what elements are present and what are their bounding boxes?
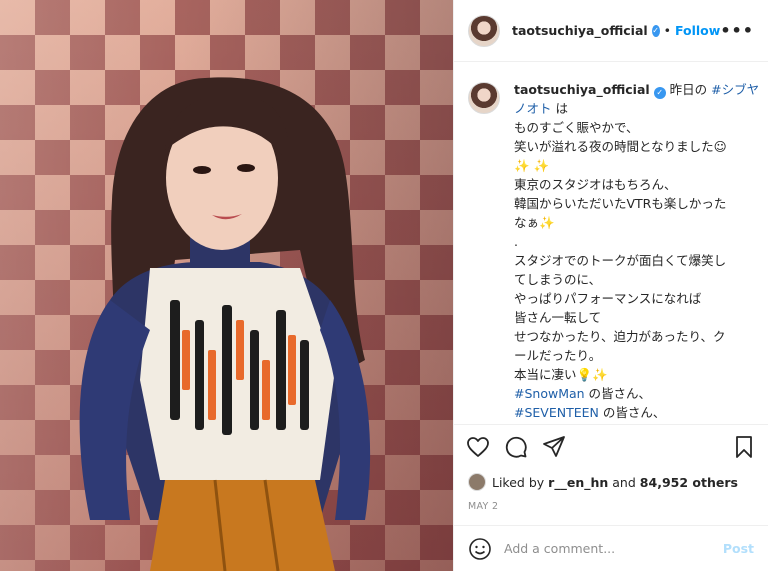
caption-text-segment: は xyxy=(551,101,568,116)
caption-line: #SEVENTEEN の皆さん、 xyxy=(514,403,754,422)
caption-line: ものすごく賑やかで、 xyxy=(514,118,754,137)
caption-section: taotsuchiya_official ✓ 昨日の #シブヤ ノオト はものすごく… xyxy=(454,62,768,425)
likes-count[interactable]: 84,952 others xyxy=(640,475,738,490)
caption-text-segment: ールだったり。 xyxy=(514,348,602,363)
more-options-icon[interactable]: ••• xyxy=(720,21,754,40)
caption-avatar[interactable] xyxy=(468,82,500,114)
likes-middle: and xyxy=(612,474,636,490)
caption-username[interactable]: taotsuchiya_official xyxy=(514,82,650,97)
caption-text-segment: の皆さん、 xyxy=(584,386,652,401)
verified-badge-icon: ✓ xyxy=(651,24,660,37)
caption-line: 東京のスタジオはもちろん、 xyxy=(514,175,754,194)
caption-line: 本当に凄い💡✨ xyxy=(514,365,754,384)
hashtag-link[interactable]: #シブヤ xyxy=(711,82,759,97)
photo-figure xyxy=(79,77,371,571)
caption-line: 皆さん一転して xyxy=(514,308,754,327)
caption-text-segment: 皆さん一転して xyxy=(514,310,602,325)
post-date[interactable]: MAY 2 xyxy=(454,495,768,525)
caption-line: . xyxy=(514,232,754,251)
verified-badge-icon: ✓ xyxy=(653,87,666,99)
caption-line: 笑いが溢れる夜の時間となりました☺ xyxy=(514,137,754,156)
comment-icon[interactable] xyxy=(504,435,528,459)
caption-text-segment: 昨日の xyxy=(669,82,712,97)
caption-text-segment: 笑いが溢れる夜の時間となりました☺ xyxy=(514,139,727,154)
caption-text: taotsuchiya_official ✓ 昨日の #シブヤ ノオト はものすごく… xyxy=(514,80,759,424)
caption-line: スタジオでのトークが面白くて爆笑し xyxy=(514,251,754,270)
instagram-post: taotsuchiya_official ✓ • Follow ••• taot… xyxy=(0,0,768,571)
likes-row: Liked by r__en_hn and 84,952 others xyxy=(454,469,768,495)
caption-line: ールだったり。 xyxy=(514,346,754,365)
caption-text-segment: 東京のスタジオはもちろん、 xyxy=(514,177,677,192)
caption-text-segment: ものすごく賑やかで、 xyxy=(514,120,639,135)
caption-text-segment: の皆さん、 xyxy=(598,405,666,420)
caption-text-segment: やっぱりパフォーマンスになれば xyxy=(514,291,702,306)
post-side-panel: taotsuchiya_official ✓ • Follow ••• taot… xyxy=(453,0,768,571)
author-avatar[interactable] xyxy=(468,14,500,47)
post-header: taotsuchiya_official ✓ • Follow ••• xyxy=(454,0,768,62)
caption-text-segment: なぁ✨ xyxy=(514,215,555,230)
likes-prefix: Liked by xyxy=(492,474,545,490)
separator-dot: • xyxy=(663,23,671,38)
caption-line: ✨ ✨ xyxy=(514,156,754,175)
liker-username[interactable]: r__en_hn xyxy=(548,475,608,490)
caption-line: #SnowMan の皆さん、 xyxy=(514,384,754,403)
caption-text-segment: . xyxy=(514,234,518,249)
author-username[interactable]: taotsuchiya_official xyxy=(512,23,648,38)
caption-line: てしまうのに、 xyxy=(514,270,754,289)
emoji-icon[interactable] xyxy=(468,537,492,561)
caption-text-segment: ✨ ✨ xyxy=(514,158,550,173)
caption-line: taotsuchiya_official ✓ 昨日の #シブヤ xyxy=(514,80,759,99)
like-heart-icon[interactable] xyxy=(466,435,490,459)
hashtag-link[interactable]: #SnowMan xyxy=(514,386,585,401)
caption-line: 韓国からいただいたVTRも楽しかった xyxy=(514,194,754,213)
follow-button[interactable]: Follow xyxy=(675,23,720,38)
caption-text-segment: せつなかったり、迫力があったり、ク xyxy=(514,329,726,344)
caption-line: せつなかったり、迫力があったり、ク xyxy=(514,327,754,346)
comment-box: Post xyxy=(454,525,768,571)
caption-text-segment: スタジオでのトークが面白くて爆笑し xyxy=(514,253,727,268)
post-photo[interactable] xyxy=(0,0,453,571)
hashtag-link[interactable]: #SEVENTEEN xyxy=(514,405,599,420)
share-paper-plane-icon[interactable] xyxy=(542,435,566,459)
caption-line: ノオト は xyxy=(514,99,754,118)
caption-text-segment: 本当に凄い💡✨ xyxy=(514,367,608,382)
caption-text-segment: てしまうのに、 xyxy=(514,272,602,287)
liker-avatar[interactable] xyxy=(468,473,486,491)
action-bar xyxy=(454,425,768,469)
caption-line: やっぱりパフォーマンスになれば xyxy=(514,289,754,308)
hashtag-link[interactable]: ノオト xyxy=(514,101,552,116)
comment-input[interactable] xyxy=(504,541,723,556)
post-comment-button[interactable]: Post xyxy=(723,541,754,556)
caption-line: なぁ✨ xyxy=(514,213,754,232)
caption-text-segment: 韓国からいただいたVTRも楽しかった xyxy=(514,196,727,211)
save-bookmark-icon[interactable] xyxy=(732,435,756,459)
